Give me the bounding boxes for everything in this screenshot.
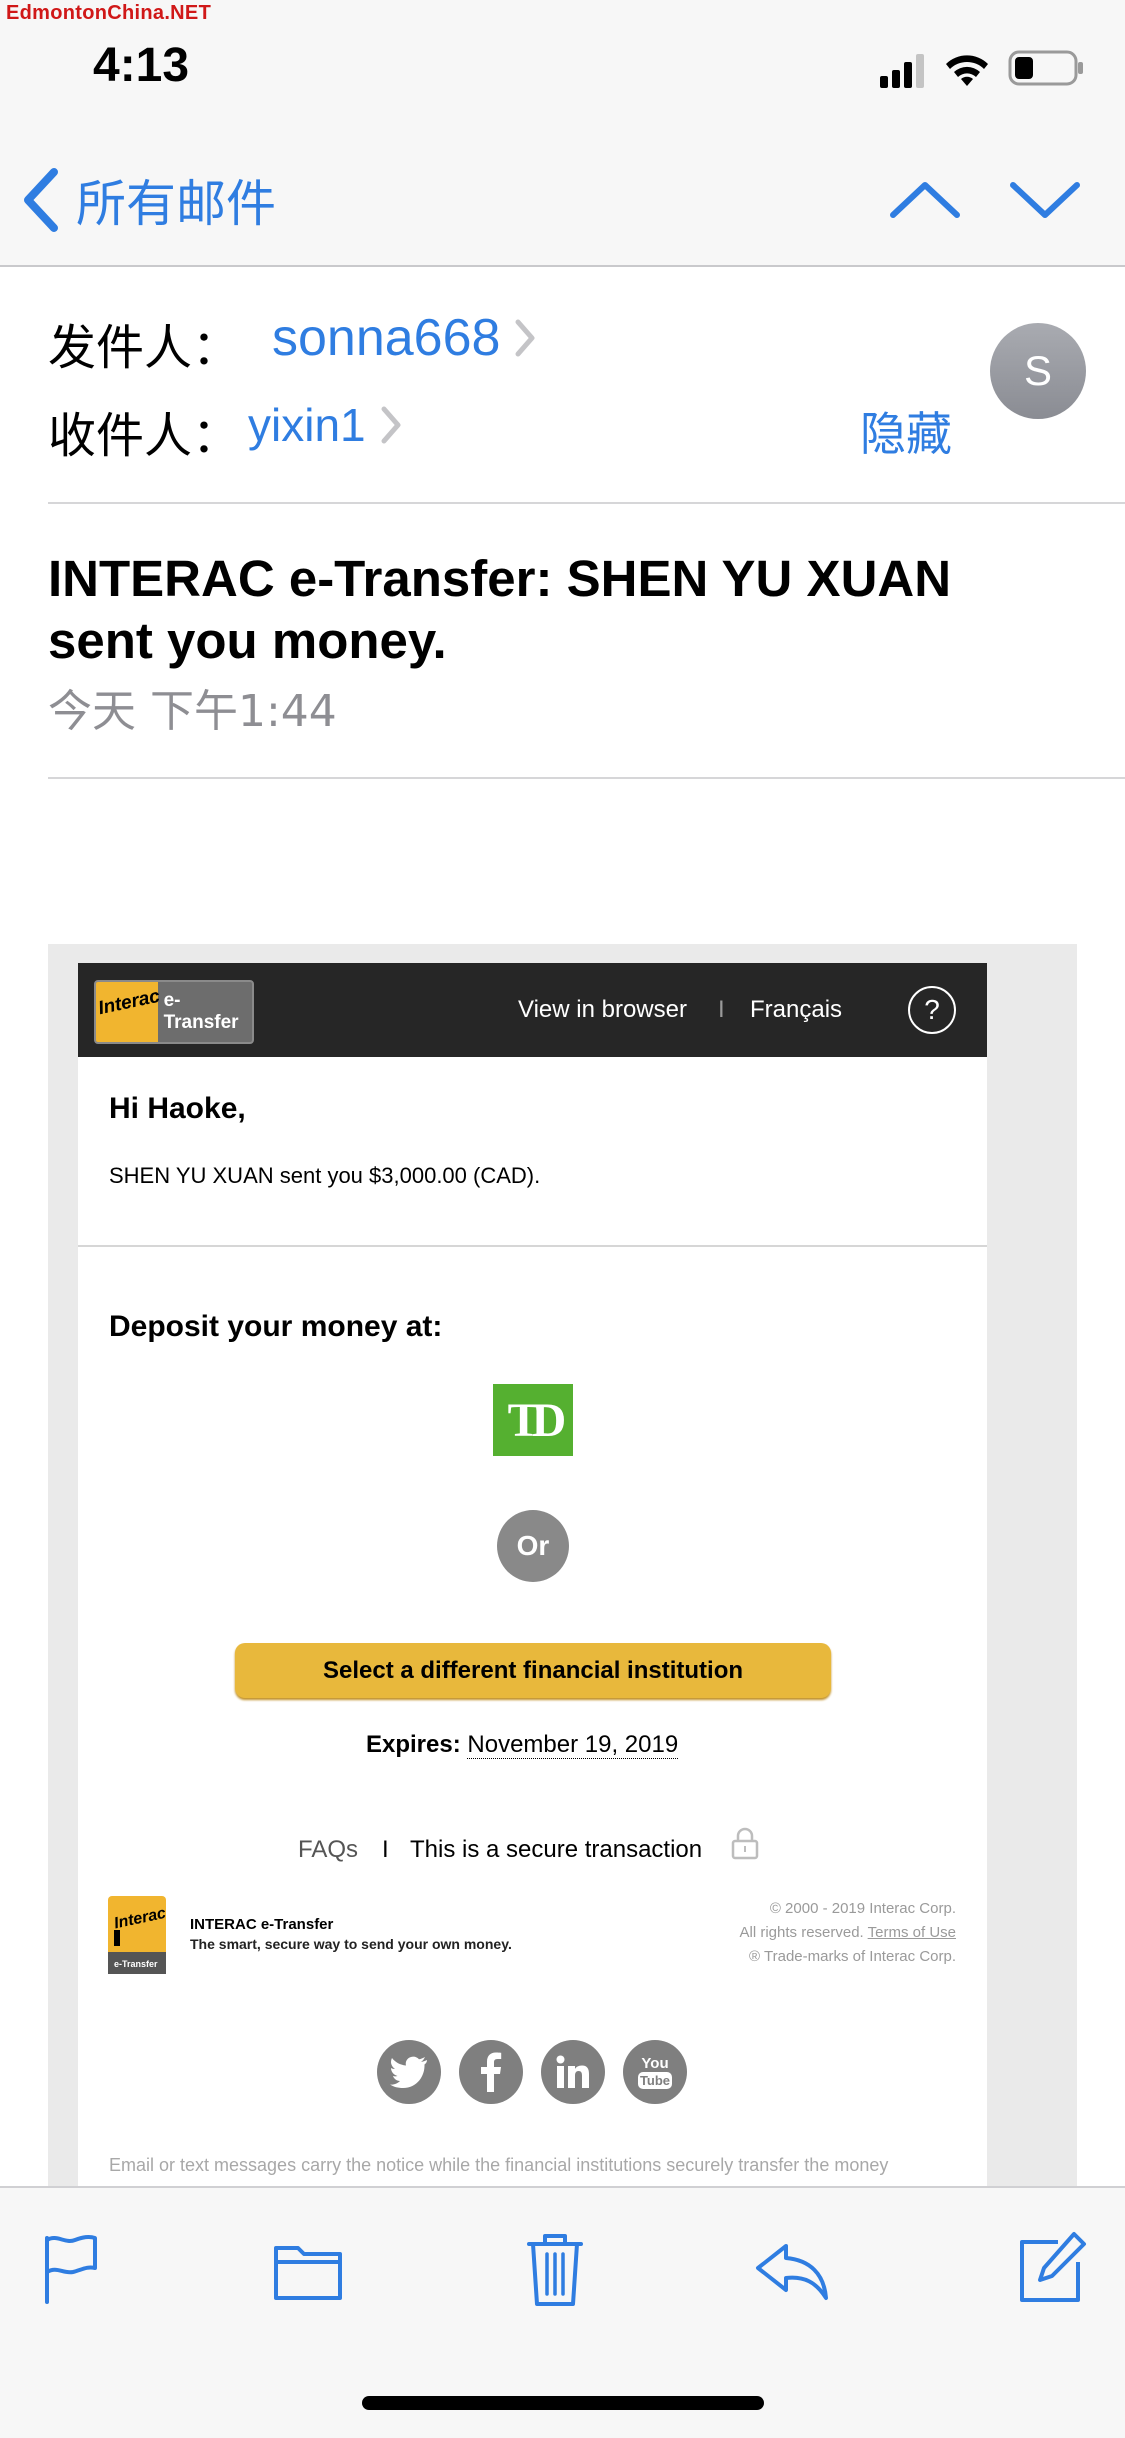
expires-label: Expires: bbox=[366, 1731, 461, 1758]
interac-footer-logo: Interac e-Transfer bbox=[108, 1896, 166, 1974]
email-subject: INTERAC e-Transfer: SHEN YU XUAN sent yo… bbox=[48, 550, 952, 669]
divider bbox=[78, 1245, 987, 1247]
hide-details-button[interactable]: 隐藏 bbox=[860, 398, 952, 464]
youtube-text-bottom: Tube bbox=[640, 2073, 670, 2088]
back-label: 所有邮件 bbox=[76, 175, 276, 233]
logo-word: Interac bbox=[96, 985, 162, 1020]
deposit-title: Deposit your money at: bbox=[109, 1310, 443, 1343]
chevron-right-icon bbox=[381, 406, 401, 444]
watermark: EdmontonChina.NET bbox=[6, 2, 212, 24]
faqs-link[interactable]: FAQs bbox=[298, 1836, 358, 1864]
to-label: 收件人： bbox=[48, 408, 241, 464]
folder-icon[interactable] bbox=[268, 2228, 348, 2308]
linkedin-icon[interactable] bbox=[541, 2040, 605, 2104]
expiry-line: Expires: November 19, 2019 bbox=[366, 1731, 679, 1759]
legal-copyright: © 2000 - 2019 Interac Corp. bbox=[769, 1900, 956, 1917]
disclaimer-text: Email or text messages carry the notice … bbox=[109, 2155, 889, 2175]
recipient-name-text: yixin1 bbox=[248, 399, 366, 451]
terms-of-use-link[interactable]: Terms of Use bbox=[868, 1924, 956, 1941]
secure-transaction-text: This is a secure transaction bbox=[410, 1836, 703, 1863]
legal-rights: All rights reserved. Terms of Use bbox=[576, 1924, 956, 1941]
expires-date: November 19, 2019 bbox=[467, 1731, 679, 1759]
td-bank-logo[interactable]: TD bbox=[493, 1384, 573, 1456]
chevron-right-icon bbox=[515, 319, 535, 357]
back-chevron-icon bbox=[24, 168, 58, 232]
greeting: Hi Haoke, bbox=[109, 1092, 246, 1125]
svg-text:e-Transfer: e-Transfer bbox=[114, 1959, 158, 1969]
divider bbox=[48, 502, 1125, 504]
transfer-amount-text: SHEN YU XUAN sent you $3,000.00 (CAD). bbox=[109, 1163, 541, 1188]
back-button[interactable]: 所有邮件 bbox=[22, 160, 276, 240]
flag-icon[interactable] bbox=[35, 2228, 115, 2308]
separator: I bbox=[718, 996, 725, 1023]
battery-icon bbox=[1008, 50, 1083, 86]
sender-name[interactable]: sonna668 bbox=[272, 308, 536, 368]
down-arrow-icon[interactable] bbox=[1005, 165, 1085, 235]
home-indicator[interactable] bbox=[362, 2396, 764, 2410]
or-badge: Or bbox=[497, 1510, 569, 1582]
logo-product: e-Transfer bbox=[163, 990, 239, 1033]
recipient-name[interactable]: yixin1 bbox=[248, 398, 402, 452]
legal-rights-text: All rights reserved. bbox=[739, 1924, 864, 1941]
twitter-icon[interactable] bbox=[377, 2040, 441, 2104]
youtube-icon[interactable]: You Tube bbox=[623, 2040, 687, 2104]
divider bbox=[48, 777, 1125, 779]
francais-link[interactable]: Français bbox=[750, 996, 842, 1024]
trash-icon[interactable] bbox=[515, 2228, 595, 2308]
wifi-icon bbox=[946, 55, 988, 86]
email-date: 今天 下午1:44 bbox=[48, 686, 337, 737]
compose-icon[interactable] bbox=[1010, 2228, 1090, 2308]
sender-name-text: sonna668 bbox=[272, 309, 501, 367]
footer-tagline: The smart, secure way to send your own m… bbox=[190, 1936, 512, 1952]
help-icon[interactable]: ? bbox=[908, 986, 956, 1034]
status-time: 4:13 bbox=[93, 39, 190, 92]
separator: I bbox=[382, 1836, 389, 1863]
lock-icon bbox=[731, 1827, 759, 1860]
legal-trademark: ® Trade-marks of Interac Corp. bbox=[749, 1948, 956, 1965]
footer-brand: INTERAC e-Transfer bbox=[190, 1916, 334, 1933]
from-label: 发件人： bbox=[48, 320, 241, 376]
facebook-icon[interactable] bbox=[459, 2040, 523, 2104]
reply-icon[interactable] bbox=[752, 2228, 832, 2308]
up-arrow-icon[interactable] bbox=[885, 165, 965, 235]
sender-avatar[interactable]: S bbox=[990, 323, 1086, 419]
youtube-text-top: You bbox=[641, 2055, 668, 2072]
interac-logo: Interac e-Transfer bbox=[94, 980, 254, 1044]
signal-icon bbox=[880, 54, 924, 88]
view-in-browser-link[interactable]: View in browser bbox=[518, 996, 687, 1024]
select-institution-button[interactable]: Select a different financial institution bbox=[235, 1643, 831, 1698]
